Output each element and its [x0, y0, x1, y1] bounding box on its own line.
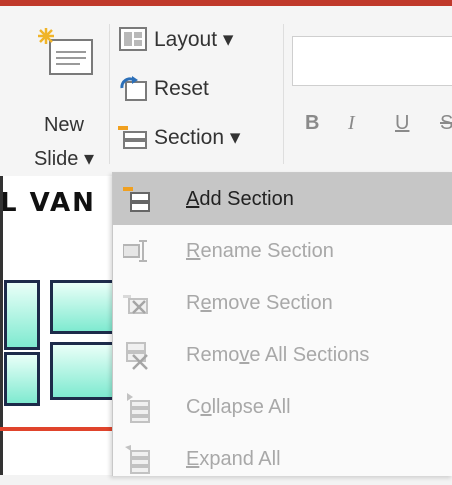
remove-section-icon	[123, 295, 148, 314]
add-section-icon	[123, 187, 150, 212]
menu-item-label: Expand All	[186, 447, 281, 470]
slide-shape	[4, 280, 40, 350]
reset-label: Reset	[154, 77, 209, 100]
section-icon	[118, 126, 147, 149]
slide-shape	[4, 352, 40, 406]
font-name-input[interactable]	[292, 36, 452, 86]
collapse-all-icon	[127, 393, 150, 423]
reset-button[interactable]: Reset	[118, 72, 209, 106]
italic-button[interactable]: I	[348, 112, 355, 135]
new-slide-dropdown-label: Slide ▾	[33, 148, 95, 170]
strikethrough-button[interactable]: S	[440, 112, 452, 135]
ribbon-separator	[109, 24, 110, 164]
new-slide-icon	[38, 28, 93, 75]
ribbon-slides-group: New Slide ▾ Layout ▾ Reset Section ▾ B I…	[0, 6, 452, 177]
menu-item-label: Remove Section	[186, 291, 333, 314]
slide-shape	[50, 342, 118, 400]
bold-button[interactable]: B	[305, 112, 319, 135]
new-slide-label: New	[43, 114, 84, 136]
menu-item-remove-section[interactable]: Remove Section	[113, 277, 452, 329]
layout-label: Layout ▾	[154, 27, 234, 51]
menu-item-label: Remove All Sections	[186, 343, 370, 366]
ribbon-separator-font	[283, 24, 284, 164]
menu-item-expand-all[interactable]: Expand All	[113, 433, 452, 485]
slide-shape	[50, 280, 118, 334]
reset-icon	[120, 76, 147, 101]
menu-item-label: Rename Section	[186, 239, 334, 262]
expand-all-icon	[125, 445, 150, 474]
new-slide-button[interactable]: New Slide ▾	[24, 20, 104, 170]
menu-item-collapse-all[interactable]: Collapse All	[113, 381, 452, 433]
menu-item-add-section[interactable]: Add Section	[113, 173, 452, 225]
menu-item-label: Collapse All	[186, 395, 291, 418]
section-label: Section ▾	[154, 125, 241, 149]
remove-all-sections-icon	[126, 342, 148, 370]
slide-red-line	[0, 427, 112, 431]
layout-button[interactable]: Layout ▾	[118, 22, 233, 56]
menu-item-rename-section[interactable]: Rename Section	[113, 225, 452, 277]
layout-icon	[119, 27, 147, 51]
menu-item-label: Add Section	[186, 187, 294, 210]
rename-section-icon	[123, 240, 147, 262]
underline-button[interactable]: U	[395, 112, 409, 135]
slide-title-text: L VAN	[0, 188, 96, 218]
section-dropdown-menu: Add Section Rename Section Remove Sectio…	[112, 172, 452, 476]
section-button[interactable]: Section ▾	[118, 120, 240, 154]
menu-item-remove-all-sections[interactable]: Remove All Sections	[113, 329, 452, 381]
